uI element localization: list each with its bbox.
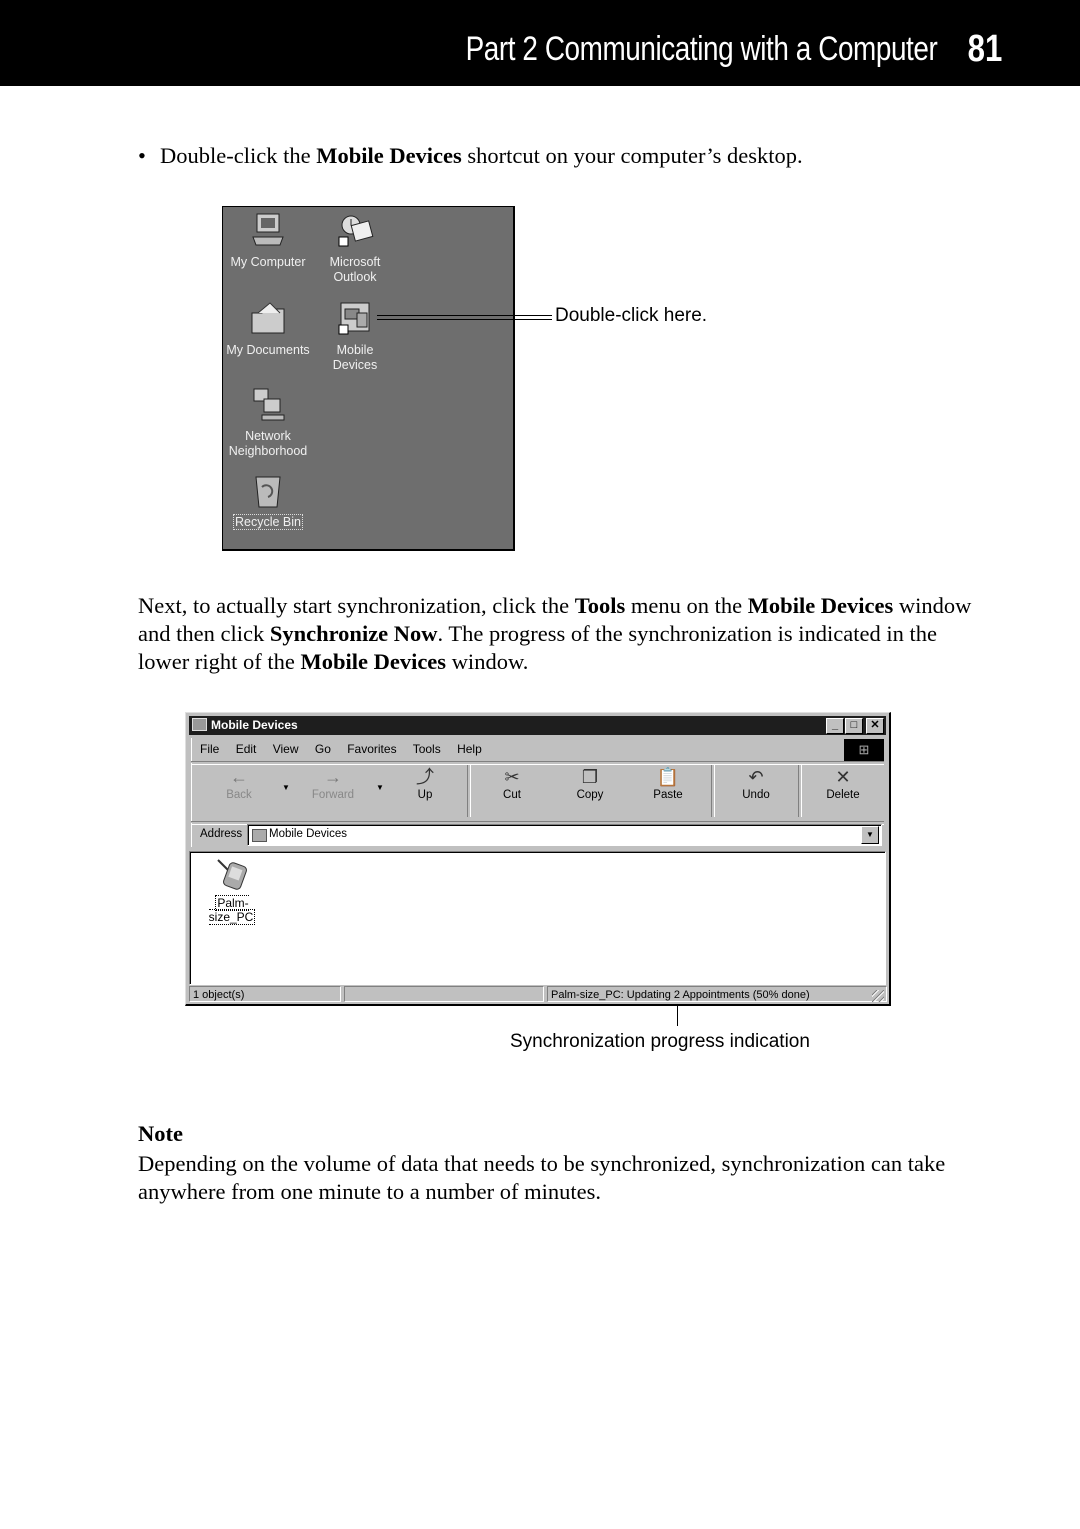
forward-dropdown-icon[interactable]: ▼: [376, 783, 384, 792]
network-icon: [248, 385, 288, 425]
window-titlebar[interactable]: Mobile Devices _ □ ✕: [189, 716, 886, 735]
desktop-icon-recycle-bin[interactable]: Recycle Bin: [223, 471, 313, 530]
menu-bar: File Edit View Go Favorites Tools Help ⊞: [191, 738, 884, 761]
close-button[interactable]: ✕: [866, 718, 884, 734]
toolbar: ← Back ▼ → Forward ▼ ⤴ Up ✂ Cut ❐ Copy 📋 Paste…: [191, 763, 884, 821]
note-heading: Note: [138, 1121, 183, 1146]
cut-button[interactable]: ✂ Cut: [477, 765, 547, 801]
outlook-icon: [335, 211, 375, 251]
address-dropdown-icon[interactable]: ▼: [861, 826, 879, 844]
maximize-button[interactable]: □: [845, 718, 863, 734]
palm-pc-icon: [214, 858, 250, 892]
recycle-bin-icon: [248, 471, 288, 511]
desktop-icon-microsoft-outlook[interactable]: Microsoft Outlook: [309, 211, 401, 285]
up-folder-icon: ⤴: [416, 767, 434, 787]
menu-help[interactable]: Help: [457, 742, 482, 756]
desktop-screenshot: My Computer Microsoft Outlook My Documen…: [222, 206, 515, 551]
status-bar: 1 object(s) Palm-size_PC: Updating 2 App…: [189, 986, 887, 1004]
desktop-icon-mobile-devices[interactable]: Mobile Devices: [309, 299, 401, 373]
forward-button[interactable]: → Forward: [298, 765, 368, 801]
address-label: Address: [200, 828, 243, 840]
paste-icon: 📋: [656, 767, 680, 787]
window-title: Mobile Devices: [211, 718, 298, 732]
copy-icon: ❐: [581, 767, 599, 787]
toolbar-separator: [711, 765, 715, 817]
instruction-paragraph: Next, to actually start synchronization,…: [138, 593, 972, 674]
mobile-devices-folder-icon: [252, 829, 267, 842]
note-body: Depending on the volume of data that nee…: [138, 1151, 946, 1204]
menu-view[interactable]: View: [273, 742, 299, 756]
undo-icon: ↶: [748, 767, 764, 787]
toolbar-separator: [798, 765, 802, 817]
delete-button[interactable]: ✕ Delete: [808, 765, 878, 801]
menu-edit[interactable]: Edit: [236, 742, 257, 756]
back-button[interactable]: ← Back: [204, 765, 274, 801]
sync-callout-text: Synchronization progress indication: [510, 1031, 810, 1052]
back-arrow-icon: ←: [230, 767, 248, 787]
bullet-instruction: • Double-click the Mobile Devices shortcu…: [138, 143, 803, 168]
page-number: 81: [967, 28, 1002, 70]
windows-logo-icon: ⊞: [844, 739, 884, 761]
mobile-devices-icon: [335, 299, 375, 339]
back-dropdown-icon[interactable]: ▼: [282, 783, 290, 792]
desktop-icon-my-documents[interactable]: My Documents: [223, 299, 313, 358]
undo-button[interactable]: ↶ Undo: [721, 765, 791, 801]
window-icon: [192, 718, 207, 731]
status-middle-pane: [344, 986, 544, 1002]
paste-button[interactable]: 📋 Paste: [633, 765, 703, 801]
file-view-pane: Palm-size_PC: [189, 851, 886, 985]
bullet-dot: •: [138, 143, 146, 168]
menu-go[interactable]: Go: [315, 742, 331, 756]
address-bar: Address Mobile Devices ▼: [191, 823, 884, 847]
desktop-icon-my-computer[interactable]: My Computer: [223, 211, 313, 270]
callout-leader-line: [377, 315, 552, 320]
sync-callout-line: [677, 1004, 678, 1026]
copy-button[interactable]: ❐ Copy: [555, 765, 625, 801]
menu-favorites[interactable]: Favorites: [347, 742, 396, 756]
toolbar-separator: [467, 765, 471, 817]
menu-tools[interactable]: Tools: [413, 742, 441, 756]
status-sync-progress: Palm-size_PC: Updating 2 Appointments (5…: [547, 986, 887, 1002]
callout-double-click: Double-click here.: [555, 305, 708, 326]
resize-grip[interactable]: [872, 990, 884, 1002]
address-input[interactable]: Mobile Devices ▼: [247, 824, 882, 846]
desktop-icon-network-neighborhood[interactable]: Network Neighborhood: [223, 385, 313, 459]
forward-arrow-icon: →: [324, 767, 342, 787]
folder-icon: [248, 299, 288, 339]
header-title: Part 2 Communicating with a Computer: [465, 30, 937, 68]
menu-file[interactable]: File: [200, 742, 219, 756]
mobile-devices-window: Mobile Devices _ □ ✕ File Edit View Go F…: [185, 712, 891, 1006]
scissors-icon: ✂: [504, 767, 520, 787]
delete-x-icon: ✕: [835, 767, 851, 787]
computer-icon: [248, 211, 288, 251]
page-header: Part 2 Communicating with a Computer 81: [0, 0, 1080, 86]
device-item-palm-size-pc[interactable]: Palm-size_PC: [194, 858, 270, 925]
up-button[interactable]: ⤴ Up: [390, 765, 460, 801]
minimize-button[interactable]: _: [826, 718, 844, 734]
status-object-count: 1 object(s): [189, 986, 341, 1002]
